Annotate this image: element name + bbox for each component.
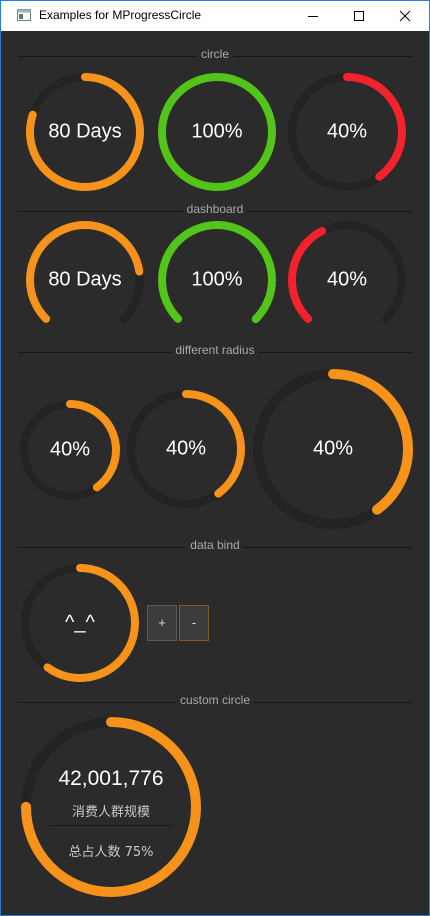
decrease-button[interactable]: - bbox=[179, 605, 209, 641]
progress-circle-complete: 100% bbox=[158, 73, 276, 191]
close-icon bbox=[399, 10, 411, 22]
progress-dashboard-days: 80 Days bbox=[25, 221, 144, 339]
section-label: dashboard bbox=[182, 202, 248, 216]
progress-label: 40% bbox=[326, 120, 368, 143]
progress-label: 40% bbox=[312, 437, 354, 460]
progress-circle-partial: 40% bbox=[288, 73, 406, 191]
progress-label: 40% bbox=[326, 268, 368, 291]
progress-circle-medium: 40% bbox=[127, 390, 245, 508]
custom-value: 42,001,776 bbox=[58, 767, 164, 790]
window-title: Examples for MProgressCircle bbox=[39, 8, 202, 22]
progress-dashboard-partial: 40% bbox=[288, 221, 406, 339]
minimize-button[interactable] bbox=[291, 1, 337, 31]
window-content: circle 80 Days 100% 40% dashboard 80 Day… bbox=[2, 31, 428, 915]
maximize-icon bbox=[354, 11, 364, 21]
progress-label: 40% bbox=[49, 438, 91, 461]
section-label: data bind bbox=[186, 538, 244, 552]
progress-label: 40% bbox=[165, 437, 207, 460]
app-icon bbox=[17, 9, 31, 21]
section-title-dashboard: dashboard bbox=[18, 202, 412, 218]
progress-circle-days: 80 Days bbox=[26, 73, 144, 191]
close-button[interactable] bbox=[383, 1, 429, 31]
progress-label: 100% bbox=[191, 268, 243, 291]
custom-divider bbox=[49, 825, 173, 826]
section-label: different radius bbox=[171, 343, 259, 357]
progress-label: 80 Days bbox=[48, 268, 122, 291]
progress-circle-bound: ^_^ bbox=[21, 564, 139, 682]
maximize-button[interactable] bbox=[337, 1, 383, 31]
section-label: custom circle bbox=[175, 693, 255, 707]
app-window: Examples for MProgressCircle circle 80 D… bbox=[0, 0, 430, 916]
progress-circle-large: 40% bbox=[253, 369, 413, 529]
increase-button[interactable]: + bbox=[147, 605, 177, 641]
progress-circle-small: 40% bbox=[20, 400, 120, 500]
progress-dashboard-complete: 100% bbox=[158, 221, 276, 339]
section-title-circle: circle bbox=[18, 47, 412, 63]
minimize-icon bbox=[308, 16, 318, 17]
progress-circle-custom: 42,001,776 消费人群规模 总占人数 75% bbox=[21, 717, 201, 897]
section-label: circle bbox=[196, 47, 234, 61]
progress-label: 80 Days bbox=[48, 120, 122, 143]
progress-label: 100% bbox=[191, 120, 243, 143]
progress-label: ^_^ bbox=[65, 611, 95, 634]
custom-caption: 消费人群规模 bbox=[71, 805, 150, 820]
section-title-different-radius: different radius bbox=[18, 343, 412, 359]
section-title-custom-circle: custom circle bbox=[18, 693, 412, 709]
section-title-data-bind: data bind bbox=[18, 538, 412, 554]
title-bar[interactable]: Examples for MProgressCircle bbox=[1, 1, 429, 31]
custom-ratio: 总占人数 75% bbox=[68, 845, 154, 860]
